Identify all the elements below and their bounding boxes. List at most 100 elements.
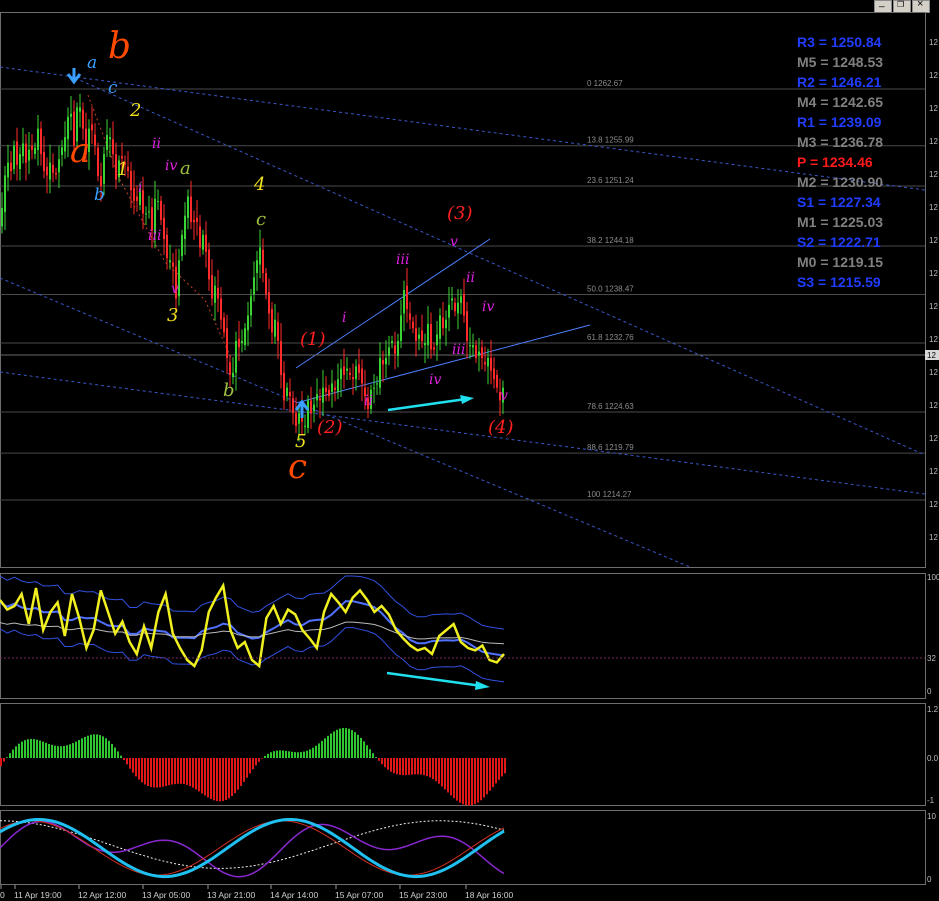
histogram-bar [141,758,143,783]
histogram-bar [213,758,215,801]
wave-label: b [94,185,105,205]
histogram-bar [42,741,44,758]
wave-label: v [500,388,508,404]
histogram-bar [300,752,302,758]
candle-body [379,357,381,388]
histogram-bar [171,758,173,785]
histogram-bar [432,758,434,780]
oscillator1-lines [0,575,505,683]
candle-body [310,400,312,414]
histogram-bar [456,758,458,801]
histogram-bar [129,758,131,769]
histogram-bar [357,734,359,758]
candle-body [340,368,342,380]
histogram-bar [156,758,158,788]
candle-body [16,141,18,165]
candle-body [256,260,258,274]
candle-body [232,372,234,378]
oscillator1-pane[interactable] [0,573,926,699]
histogram-bar [363,741,365,758]
histogram-bar [60,746,62,758]
histogram-bar [159,758,161,788]
histogram-bar [351,730,353,758]
histogram-bar [384,758,386,768]
candle-body [397,340,399,356]
candle-body [193,219,195,223]
histogram-bar [303,751,305,758]
fib-level-label: 88.6 1219.79 [587,443,634,452]
histogram-bar [333,731,335,758]
candle-body [58,159,60,173]
candle-body [307,400,309,428]
histogram-bar [84,736,86,758]
main-price-pane[interactable] [0,12,926,568]
candle-body [106,135,108,150]
candle-body [484,362,486,365]
price-axis-tick: 12 [929,467,938,476]
histogram-bar [69,744,71,758]
pivot-level: R3 = 1250.84 [797,34,882,50]
histogram-bar [273,751,275,758]
candle-body [295,413,297,426]
histogram-bar [180,758,182,784]
candle-body [490,357,492,371]
candle-body [253,277,255,295]
main-line [0,582,505,669]
candle-body [61,147,63,155]
histogram-bar [15,746,17,758]
wave-label: iv [165,158,177,174]
histogram-bar [369,749,371,758]
histogram-bar [420,758,422,775]
histogram-bar [465,758,467,806]
fibonacci-retracement[interactable]: 0 1262.67 13.8 1255.99 23.6 1251.24 38.2 12… [0,79,925,501]
candle-body [70,113,72,117]
pivot-level: M3 = 1236.78 [797,134,883,150]
histogram-bar [468,758,470,806]
oscillator3-pane[interactable] [0,810,926,885]
histogram-bar [204,758,206,796]
histogram-bar [327,735,329,758]
histogram-bar [477,758,479,803]
osc2-axis-tick: 0.0 [927,754,939,763]
histogram-bar [501,758,503,777]
candle-body [49,162,51,180]
histogram-bar [294,752,296,758]
pivot-level: S3 = 1215.59 [797,274,881,290]
candle-body [415,328,417,341]
wave-label: v [450,234,458,250]
candle-body [7,162,9,178]
histogram-bar [444,758,446,790]
candle-body [283,372,285,401]
wave-label: a [70,131,90,171]
candle-body [22,143,24,157]
histogram-bar [354,732,356,758]
histogram-bar [291,751,293,758]
candle-body [148,211,150,213]
histogram-bar [126,758,128,765]
divergence-arrow-price [387,397,467,412]
candle-body [199,226,201,248]
price-axis-tick: 12 [929,500,938,509]
up-arrow-icon [294,399,310,418]
histogram-bar [435,758,437,782]
histogram-bar [408,758,410,775]
wave-label: (3) [447,203,473,224]
histogram-bar [378,758,380,761]
wave-label: ii [152,136,161,152]
wave-label: i [138,180,142,196]
candle-body [388,347,390,356]
histogram-bar [297,752,299,758]
candle-body [214,285,216,303]
histogram-bar [111,743,113,758]
histogram-bar [168,758,170,786]
chart-canvas[interactable]: 0 1262.67 13.8 1255.99 23.6 1251.24 38.2 12… [0,0,939,901]
candle-body [238,338,240,348]
candle-body [412,321,414,329]
histogram-bar [390,758,392,772]
histogram-bar [96,734,98,758]
histogram-bar [492,758,494,788]
candle-body [421,330,423,341]
histogram-bar [192,758,194,788]
candle-body [361,368,363,384]
histogram-bar [324,738,326,758]
